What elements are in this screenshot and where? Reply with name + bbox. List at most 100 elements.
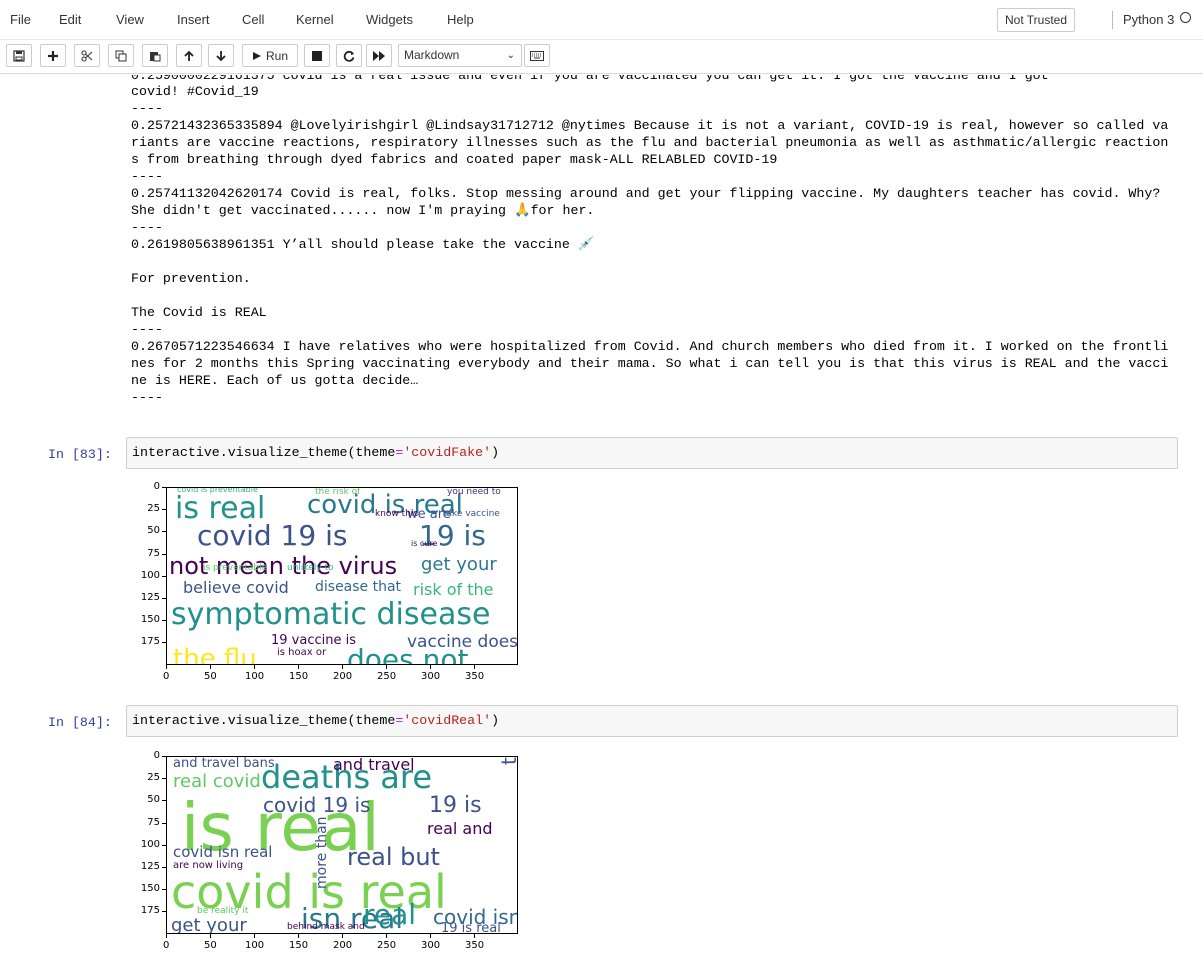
- code-text: interactive.visualize_theme(theme: [132, 713, 396, 728]
- y-tick-mark: [162, 620, 166, 622]
- menu-view[interactable]: View: [116, 12, 144, 27]
- y-tick-label: 175: [140, 636, 160, 648]
- menu-widgets[interactable]: Widgets: [366, 12, 413, 27]
- output-block: For prevention.: [131, 271, 251, 286]
- x-tick-mark: [298, 665, 299, 669]
- x-tick-mark: [254, 934, 255, 938]
- kernel-name: Python 3: [1112, 11, 1174, 29]
- x-tick-label: 300: [421, 940, 441, 951]
- y-tick-label: 150: [140, 883, 160, 895]
- wordcloud-covidfake: is real covid is real covid 19 is 19 is not …: [130, 479, 530, 689]
- menubar: File Edit View Insert Cell Kernel Widget…: [0, 0, 1203, 40]
- save-icon: [13, 49, 25, 62]
- stop-icon: [312, 50, 322, 61]
- x-tick-mark: [430, 665, 431, 669]
- wordcloud-word: get your: [421, 554, 497, 575]
- wordcloud-word: is preventable: [203, 563, 268, 573]
- menu-cell[interactable]: Cell: [242, 12, 264, 27]
- trust-badge[interactable]: Not Trusted: [997, 8, 1075, 32]
- y-tick-label: 25: [147, 772, 160, 784]
- wordcloud-word: disease that: [315, 579, 402, 595]
- y-tick-mark: [162, 867, 166, 868]
- wordcloud-word: know this: [375, 509, 419, 519]
- restart-button[interactable]: [336, 44, 362, 67]
- x-tick-mark: [166, 934, 167, 938]
- wordcloud-word: are now living: [173, 860, 244, 871]
- save-button[interactable]: [6, 44, 32, 67]
- x-tick-label: 200: [333, 671, 353, 682]
- y-tick-mark: [162, 822, 166, 824]
- kernel-status-icon: [1180, 12, 1191, 23]
- move-down-button[interactable]: [208, 44, 234, 67]
- x-tick-label: 350: [465, 671, 485, 682]
- menu-kernel[interactable]: Kernel: [296, 12, 334, 27]
- wordcloud-word: covid is preventable: [177, 487, 258, 494]
- wordcloud-word: behind mask and: [287, 922, 365, 932]
- y-tick-mark: [162, 487, 166, 488]
- code-text: interactive.visualize_theme(theme: [132, 445, 396, 460]
- plus-icon: [48, 50, 58, 61]
- output-block: 0.25741132042620174 Covid is real, folks…: [131, 186, 1169, 218]
- wordcloud-word: covid isn real: [173, 843, 273, 861]
- y-tick-label: 0: [153, 750, 160, 761]
- wordcloud-word: real: [363, 898, 417, 931]
- x-tick-mark: [386, 665, 387, 669]
- code-cell-input[interactable]: interactive.visualize_theme(theme='covid…: [126, 705, 1178, 737]
- wordcloud-word: and travel bans: [173, 756, 275, 771]
- toolbar: Run Markdown ⌄: [0, 40, 1203, 74]
- y-tick-label: 75: [147, 547, 160, 559]
- run-label: Run: [265, 48, 288, 63]
- cell-prompt: In [84]:: [48, 715, 112, 730]
- wordcloud-word: unlikely to: [287, 563, 334, 573]
- x-tick-label: 250: [377, 671, 397, 682]
- y-tick-mark: [162, 911, 166, 913]
- y-tick-mark: [162, 531, 166, 533]
- wordcloud-covidreal: is real covid is real deaths are real covid…: [130, 748, 530, 958]
- cell-type-select[interactable]: Markdown ⌄: [398, 44, 522, 67]
- y-tick-label: 100: [140, 569, 160, 581]
- x-tick-label: 50: [204, 671, 217, 682]
- wordcloud-word: you need to: [447, 487, 501, 497]
- x-tick-label: 150: [289, 940, 309, 951]
- x-tick-label: 50: [204, 940, 217, 951]
- y-tick-mark: [162, 575, 166, 577]
- menu-insert[interactable]: Insert: [177, 12, 210, 27]
- y-tick-label: 50: [147, 525, 160, 537]
- move-up-button[interactable]: [176, 44, 202, 67]
- x-tick-mark: [254, 665, 255, 669]
- x-tick-mark: [430, 934, 431, 938]
- code-cell-input[interactable]: interactive.visualize_theme(theme='covid…: [126, 437, 1178, 469]
- run-button[interactable]: Run: [242, 44, 298, 67]
- x-tick-label: 0: [163, 940, 170, 951]
- menu-file[interactable]: File: [10, 12, 31, 27]
- menu-help[interactable]: Help: [447, 12, 474, 27]
- copy-icon: [115, 50, 127, 61]
- wordcloud-word: real covid: [173, 771, 261, 792]
- x-tick-mark: [386, 934, 387, 938]
- paste-icon: [150, 51, 161, 61]
- wordcloud-word: be reality it: [197, 906, 249, 916]
- x-tick-mark: [474, 665, 475, 669]
- paste-button[interactable]: [142, 44, 168, 67]
- wordcloud-word: symptomatic disease: [171, 597, 491, 632]
- y-tick-label: 125: [140, 592, 160, 603]
- restart-run-all-button[interactable]: [366, 44, 392, 67]
- cut-button[interactable]: [74, 44, 100, 67]
- notebook-container[interactable]: 0.2590000229161375 covid is a real issue…: [0, 75, 1203, 974]
- wordcloud-word: 19 is real: [441, 921, 501, 934]
- wordcloud-word: covid 19 is: [263, 793, 371, 817]
- arrow-down-icon: [216, 50, 226, 61]
- output-separator: ----: [131, 322, 163, 337]
- output-block: The Covid is REAL: [131, 305, 267, 320]
- copy-button[interactable]: [108, 44, 134, 67]
- command-palette-button[interactable]: [524, 44, 550, 67]
- insert-cell-button[interactable]: [40, 44, 66, 67]
- chevron-down-icon: ⌄: [506, 50, 515, 61]
- cell-type-value: Markdown: [404, 48, 460, 62]
- interrupt-button[interactable]: [304, 44, 330, 67]
- output-separator: ----: [131, 169, 163, 184]
- y-tick-mark: [162, 642, 166, 644]
- fast-forward-icon: [373, 50, 385, 61]
- menu-edit[interactable]: Edit: [59, 12, 81, 27]
- wordcloud-word: is cure: [411, 539, 438, 548]
